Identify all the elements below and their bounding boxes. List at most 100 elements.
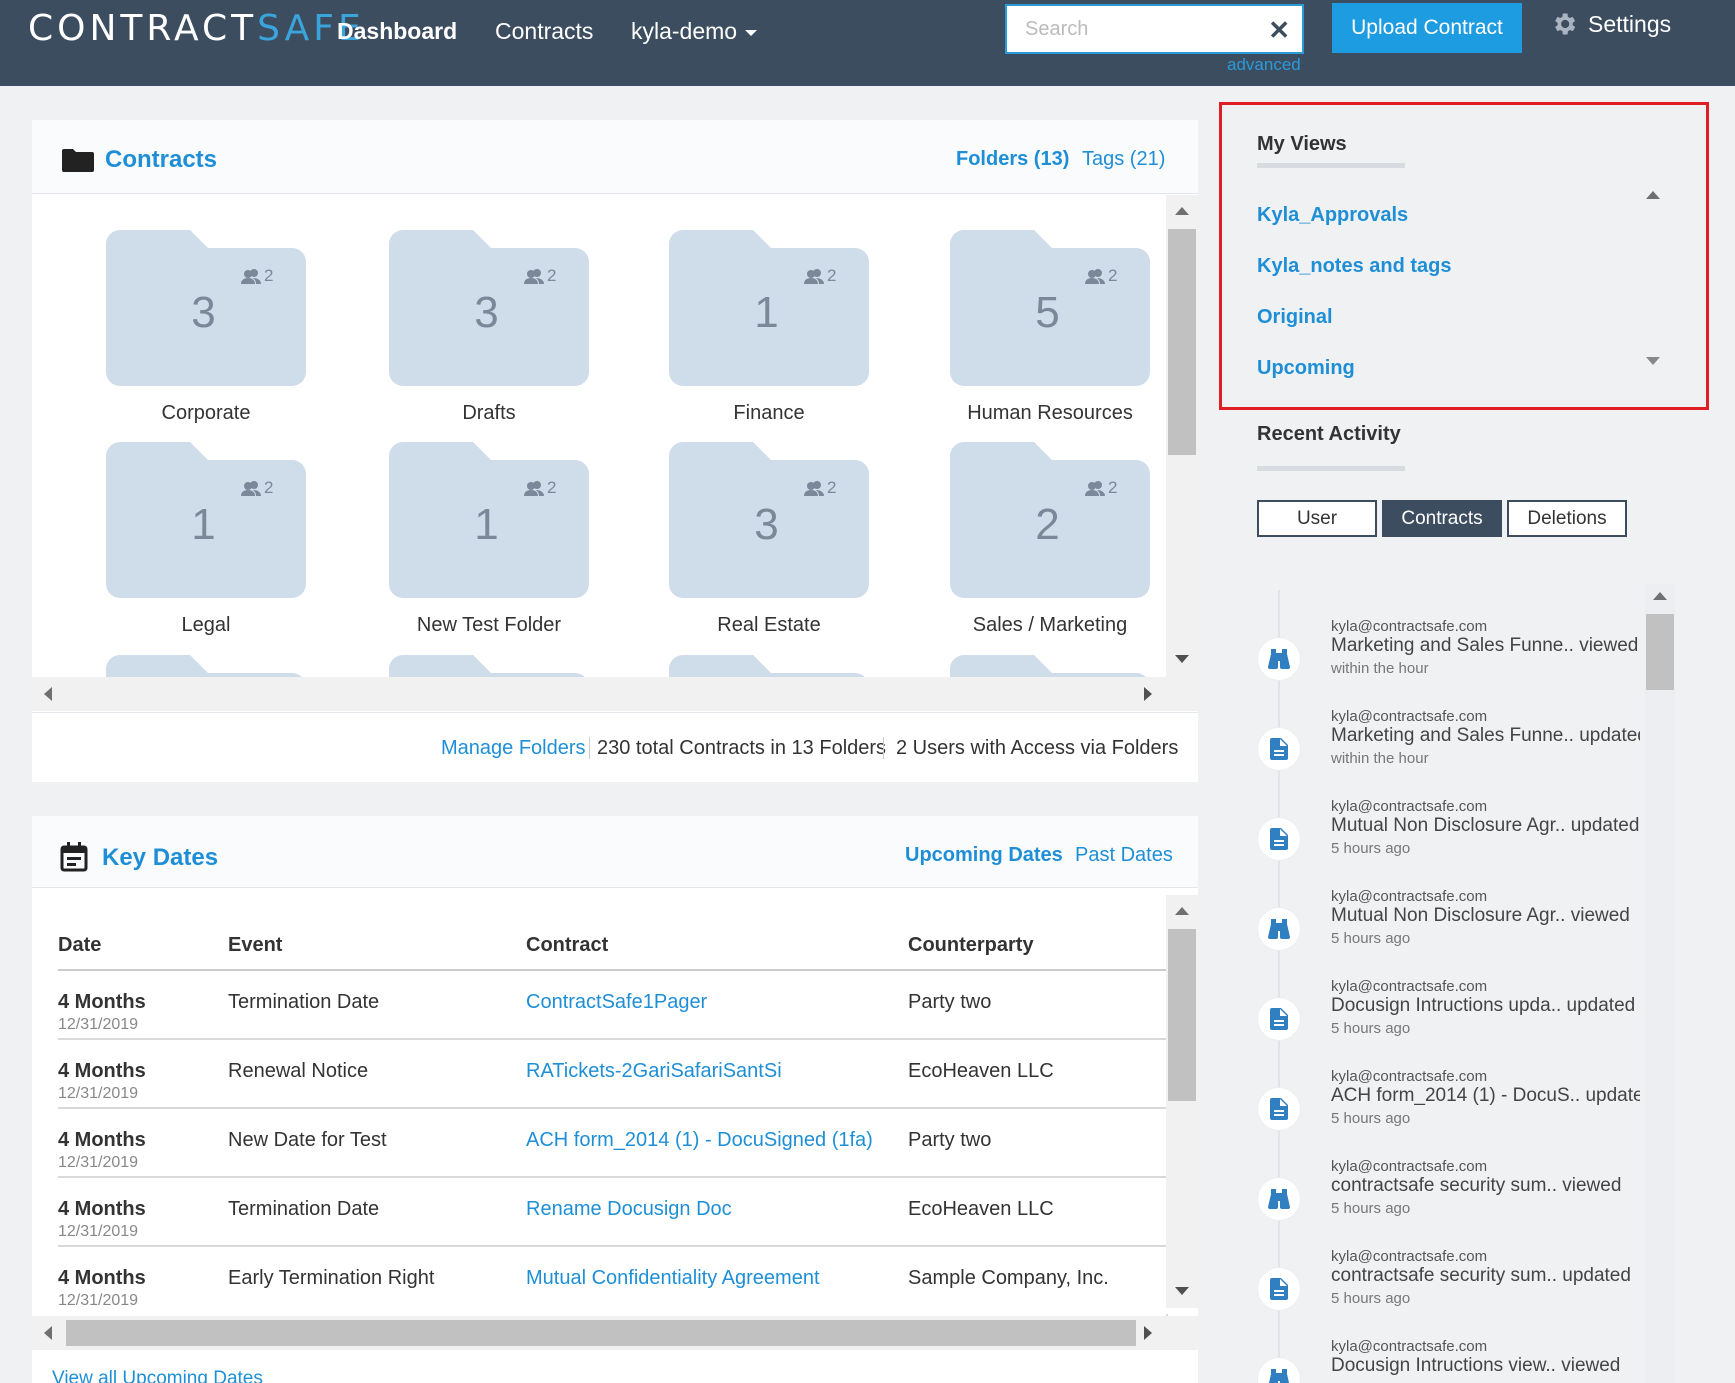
column-header-date[interactable]: Date — [58, 926, 228, 971]
counterparty-cell: Party two — [908, 1108, 1168, 1178]
folder-shape-partial — [106, 655, 302, 677]
activity-item[interactable]: kyla@contractsafe.com contractsafe secur… — [1240, 1158, 1640, 1238]
contract-link[interactable]: ACH form_2014 (1) - DocuSigned (1fa) — [526, 1129, 873, 1151]
calendar-icon — [60, 842, 88, 872]
close-icon[interactable]: ✕ — [1268, 15, 1290, 46]
scroll-down-arrow-icon[interactable] — [1175, 1287, 1189, 1295]
users-icon — [524, 269, 544, 284]
activity-item[interactable]: kyla@contractsafe.com contractsafe secur… — [1240, 1248, 1640, 1328]
folder-card-human-resources[interactable]: 2 5 Human Resources — [940, 230, 1150, 430]
folder-name: Human Resources — [967, 402, 1133, 424]
scroll-right-arrow-icon[interactable] — [1144, 687, 1152, 701]
view-all-upcoming-dates-link[interactable]: View all Upcoming Dates — [52, 1368, 263, 1383]
recent-activity-list: kyla@contractsafe.com Marketing and Sale… — [1240, 590, 1640, 1383]
activity-item[interactable]: kyla@contractsafe.com Marketing and Sale… — [1240, 618, 1640, 698]
document-icon — [1258, 728, 1300, 770]
activity-vertical-scrollbar[interactable] — [1645, 584, 1675, 1383]
scroll-left-arrow-icon[interactable] — [44, 687, 52, 701]
shared-users-badge: 2 — [524, 478, 556, 498]
upcoming-dates-link[interactable]: Upcoming Dates — [905, 844, 1063, 867]
contract-link[interactable]: Mutual Confidentiality Agreement — [526, 1267, 820, 1289]
scrollbar-thumb[interactable] — [1646, 614, 1674, 690]
activity-item[interactable]: kyla@contractsafe.com Docusign Intructio… — [1240, 1338, 1640, 1383]
contract-cell: ContractSafe1Pager — [526, 970, 908, 1040]
nav-contracts-link[interactable]: Contracts — [495, 18, 593, 45]
contract-link[interactable]: ContractSafe1Pager — [526, 991, 707, 1013]
gear-icon — [1555, 13, 1576, 35]
folder-contract-count: 1 — [754, 288, 779, 337]
shared-users-badge: 2 — [524, 266, 556, 286]
scroll-up-arrow-icon[interactable] — [1653, 592, 1667, 600]
contractsafe-logo[interactable]: CONTRACTSAFE — [28, 8, 365, 49]
divider — [883, 737, 884, 759]
scroll-up-arrow-icon[interactable] — [1175, 907, 1189, 915]
scroll-right-arrow-icon[interactable] — [1144, 1326, 1152, 1340]
users-icon — [804, 269, 824, 284]
folder-card-sales-marketing[interactable]: 2 2 Sales / Marketing — [940, 442, 1150, 642]
folder-card-legal[interactable]: 2 1 Legal — [96, 442, 306, 642]
key-dates-vertical-scrollbar[interactable] — [1166, 895, 1198, 1308]
scroll-left-arrow-icon[interactable] — [44, 1326, 52, 1340]
folders-link[interactable]: Folders (13) — [956, 148, 1069, 171]
activity-tab-deletions[interactable]: Deletions — [1507, 500, 1627, 537]
manage-folders-link[interactable]: Manage Folders — [441, 737, 586, 760]
nav-dashboard-link[interactable]: Dashboard — [337, 18, 457, 45]
folder-name: New Test Folder — [416, 614, 562, 636]
folder-grid-horizontal-scrollbar[interactable] — [32, 677, 1198, 711]
folder-card-finance[interactable]: 2 1 Finance — [659, 230, 869, 430]
contracts-title: Contracts — [105, 146, 218, 173]
counterparty-cell: EcoHeaven LLC — [908, 1177, 1168, 1247]
activity-tab-contracts[interactable]: Contracts — [1382, 500, 1502, 537]
scroll-up-arrow-icon[interactable] — [1646, 191, 1660, 199]
activity-item[interactable]: kyla@contractsafe.com ACH form_2014 (1) … — [1240, 1068, 1640, 1148]
event-cell: New Date for Test — [228, 1108, 526, 1178]
activity-item[interactable]: kyla@contractsafe.com Marketing and Sale… — [1240, 708, 1640, 788]
account-dropdown[interactable]: kyla-demo — [631, 18, 758, 45]
view-link-kyla-notes-and-tags[interactable]: Kyla_notes and tags — [1257, 255, 1452, 278]
view-link-upcoming[interactable]: Upcoming — [1257, 357, 1355, 380]
folder-card-real-estate[interactable]: 2 3 Real Estate — [659, 442, 869, 642]
folder-card-new-test-folder[interactable]: 2 1 New Test Folder — [379, 442, 589, 642]
search-box: ✕ — [1005, 4, 1304, 54]
scroll-down-arrow-icon[interactable] — [1646, 357, 1660, 365]
past-dates-link[interactable]: Past Dates — [1075, 844, 1173, 867]
folder-card-drafts[interactable]: 2 3 Drafts — [379, 230, 589, 430]
binoculars-icon — [1258, 1358, 1300, 1383]
table-row: 4 Months 12/31/2019 Termination Date Rena… — [58, 1177, 1168, 1247]
folder-name: Finance — [733, 402, 805, 424]
activity-item[interactable]: kyla@contractsafe.com Mutual Non Disclos… — [1240, 888, 1640, 968]
counterparty-cell: EcoHeaven LLC — [908, 1039, 1168, 1109]
users-icon — [524, 481, 544, 496]
my-views-panel: My Views Kyla_Approvals Kyla_notes and t… — [1219, 102, 1709, 410]
settings-menu[interactable]: Settings — [1550, 10, 1671, 38]
contract-link[interactable]: RATickets-2GariSafariSantSi — [526, 1060, 782, 1082]
search-input[interactable] — [1007, 6, 1247, 52]
contracts-panel-header: Contracts Folders (13) Tags (21) — [32, 120, 1198, 194]
key-dates-horizontal-scrollbar[interactable] — [32, 1316, 1198, 1350]
tags-link[interactable]: Tags (21) — [1082, 148, 1165, 171]
view-link-kyla-approvals[interactable]: Kyla_Approvals — [1257, 204, 1408, 227]
table-header-row: Date Event Contract Counterparty — [58, 926, 1168, 971]
column-header-counterparty[interactable]: Counterparty — [908, 926, 1168, 971]
folder-contract-count: 3 — [191, 288, 216, 337]
folder-card-corporate[interactable]: 2 3 Corporate — [96, 230, 306, 430]
activity-item[interactable]: kyla@contractsafe.com Docusign Intructio… — [1240, 978, 1640, 1058]
activity-tab-user[interactable]: User — [1257, 500, 1377, 537]
scrollbar-thumb[interactable] — [66, 1320, 1136, 1346]
folder-contract-count: 3 — [474, 288, 499, 337]
scroll-down-arrow-icon[interactable] — [1175, 655, 1189, 663]
view-link-original[interactable]: Original — [1257, 306, 1333, 329]
scrollbar-thumb[interactable] — [1168, 229, 1196, 455]
upload-contract-button[interactable]: Upload Contract — [1332, 3, 1522, 53]
column-header-contract[interactable]: Contract — [526, 926, 908, 971]
column-header-event[interactable]: Event — [228, 926, 526, 971]
folder-icon — [62, 149, 94, 172]
folder-grid-vertical-scrollbar[interactable] — [1166, 195, 1198, 677]
folder-contract-count: 2 — [1035, 500, 1060, 549]
scrollbar-thumb[interactable] — [1168, 929, 1196, 1101]
scroll-up-arrow-icon[interactable] — [1175, 207, 1189, 215]
users-icon — [1085, 481, 1105, 496]
advanced-search-link[interactable]: advanced — [1227, 55, 1301, 75]
activity-item[interactable]: kyla@contractsafe.com Mutual Non Disclos… — [1240, 798, 1640, 878]
contract-link[interactable]: Rename Docusign Doc — [526, 1198, 732, 1220]
